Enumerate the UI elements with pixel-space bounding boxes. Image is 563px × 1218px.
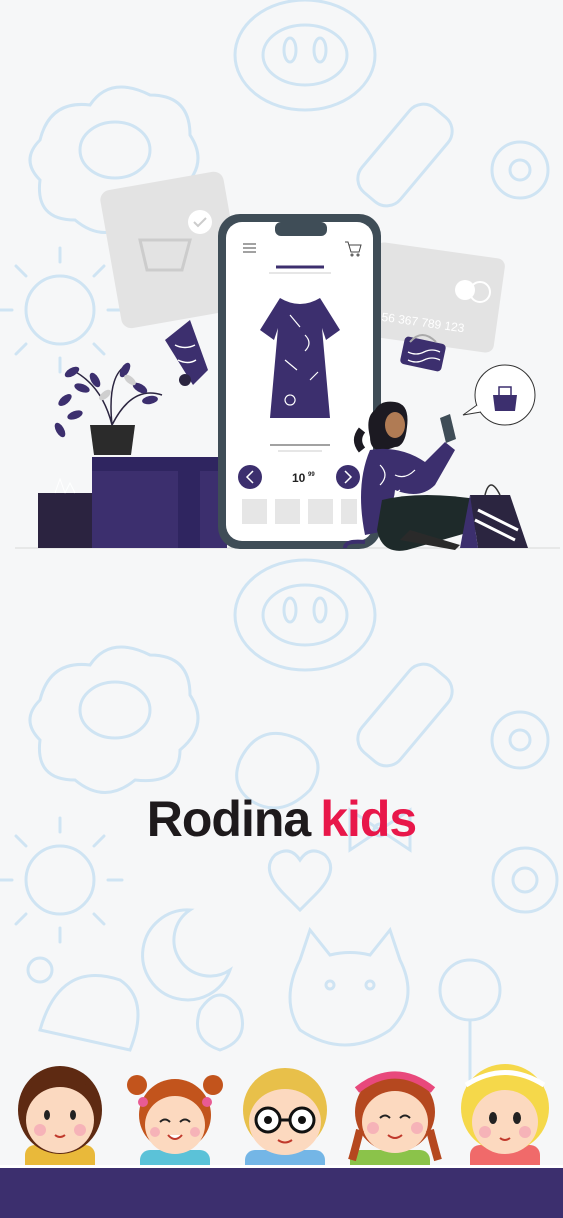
flower-doodle-icon [490, 710, 550, 770]
footer-bar [0, 1168, 563, 1218]
thumb-1 [242, 499, 267, 524]
brand-word-rodina: Rodina [146, 791, 311, 847]
kid-face-4-icon [348, 1071, 442, 1175]
shopping-illustration: 56 367 789 123 10 99 [15, 171, 560, 551]
brand-logo: Rodina kids [0, 790, 563, 848]
kids-illustration [0, 1064, 563, 1175]
credit-card-icon: 56 367 789 123 [364, 242, 505, 353]
toy-doodle-icon [196, 993, 244, 1052]
kid-face-1-icon [18, 1066, 102, 1175]
kid-face-2-icon [127, 1075, 223, 1175]
brand-word-kids: kids [320, 791, 417, 847]
flower-doodle-icon [491, 846, 559, 914]
pig-doodle-icon [233, 558, 377, 672]
cat-doodle-icon [288, 926, 410, 1047]
thumb-3 [308, 499, 333, 524]
prev-arrow-icon [238, 465, 262, 489]
kid-face-3-icon [243, 1068, 327, 1175]
bottle-doodle-icon [356, 662, 454, 768]
sheep-doodle-icon [28, 645, 200, 794]
thumb-4 [341, 499, 357, 524]
pig-doodle-icon [233, 0, 377, 112]
chat-bubble-icon [462, 364, 536, 426]
phone-mockup: 10 99 [218, 214, 381, 549]
heart-doodle-icon [267, 849, 333, 913]
shopping-bag-icon [460, 484, 528, 548]
phone-in-hand-icon [440, 414, 456, 443]
moon-doodle-icon [141, 908, 233, 1002]
scarf-icon [165, 320, 208, 386]
next-arrow-icon [336, 465, 360, 489]
price-main: 10 [292, 471, 306, 485]
plant-icon [54, 362, 163, 455]
boxes-icon [38, 457, 227, 548]
hat-doodle-icon [26, 956, 140, 1052]
thumb-2 [275, 499, 300, 524]
kid-face-5-icon [461, 1064, 549, 1175]
price-cents: 99 [308, 472, 315, 478]
